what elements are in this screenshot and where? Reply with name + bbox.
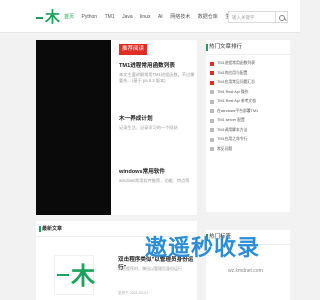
rank-badge xyxy=(210,128,214,133)
recommend-panel: 推荐阅读 TM1进程常用函数列表 本文主要讲解常用TM1进程函数，不过需要先..… xyxy=(111,40,197,215)
recommend-title[interactable]: windows常用软件 xyxy=(119,168,195,176)
article-thumbnail[interactable]: 木 xyxy=(54,255,95,295)
rank-badge xyxy=(210,71,214,76)
hot-article-link[interactable]: TM1 Rest Api 参考文档 xyxy=(217,99,256,104)
hot-article-item[interactable]: TM1的应用与配置 xyxy=(206,69,290,79)
rank-badge xyxy=(210,99,214,104)
nav-python[interactable]: Python xyxy=(82,14,98,20)
thumbnail-dash xyxy=(57,274,69,276)
hot-articles-title: 热门文章排行 xyxy=(206,40,290,55)
nav-ai[interactable]: AI xyxy=(158,14,163,20)
hot-articles-panel: 热门文章排行 TM1进程常用函数列表 TM1的应用与配置 TM1应用常见问题汇总… xyxy=(206,40,290,212)
hot-article-link[interactable]: TM1 Rest Api 操作 xyxy=(217,90,248,95)
rank-badge xyxy=(210,137,214,142)
hot-article-item[interactable]: TM1 server 配置 xyxy=(206,116,290,126)
recommend-item[interactable]: windows常用软件 windows常用软件推荐，功能、特点等 xyxy=(119,168,195,184)
recommend-title[interactable]: 木一养成计划 xyxy=(119,115,195,123)
featured-slider[interactable] xyxy=(36,40,111,215)
hot-articles-list: TM1进程常用函数列表 TM1的应用与配置 TM1应用常见问题汇总 TM1 Re… xyxy=(206,55,290,154)
hot-article-link[interactable]: TM1的应用与配置 xyxy=(217,71,247,76)
rank-badge xyxy=(210,90,214,95)
hot-article-item[interactable]: TM1应用常见问题汇总 xyxy=(206,78,290,88)
hot-article-item[interactable]: TM1 Rest Api 操作 xyxy=(206,88,290,98)
rank-badge xyxy=(210,109,214,114)
logo-dash xyxy=(36,17,43,19)
nav-tm1[interactable]: TM1 xyxy=(105,14,115,20)
site-logo[interactable]: 木 xyxy=(36,8,60,26)
logo-text: 木 xyxy=(45,8,61,26)
hot-article-item[interactable]: TM1 Rest Api 参考文档 xyxy=(206,97,290,107)
article-meta: 发布于 2021-03-01 xyxy=(118,291,149,295)
nav-java[interactable]: Java xyxy=(122,14,133,20)
watermark-text: 遨遥秒收录 xyxy=(145,236,261,261)
hot-article-link[interactable]: TM1应用之命令行 xyxy=(217,137,247,142)
recommend-desc: 本文主要讲解常用TM1进程函数，不过需要先... (基于 pa 8.3 版本) xyxy=(119,72,195,83)
search-icon[interactable] xyxy=(276,11,288,23)
hot-article-link[interactable]: TM1应用常见问题汇总 xyxy=(217,80,255,85)
recommend-item[interactable]: 木一养成计划 记录生活、记录学习的一个网站 xyxy=(119,115,195,131)
site-header: 木 首页 Python TM1 Java linux AI 网络技术 数据仓库 … xyxy=(0,0,300,33)
hot-article-item[interactable]: TM1进程常用函数列表 xyxy=(206,59,290,69)
rank-badge xyxy=(210,61,214,66)
hot-article-link[interactable]: TM1进程常用函数列表 xyxy=(217,61,255,66)
nav-linux[interactable]: linux xyxy=(140,14,150,20)
article-desc: 双击程序时，弹出以管理员身份运行 xyxy=(118,266,182,271)
nav-data-warehouse[interactable]: 数据仓库 xyxy=(198,13,218,20)
recommend-tag: 推荐阅读 xyxy=(119,44,148,55)
hot-article-link[interactable]: TM1调用脚本方法 xyxy=(217,128,247,133)
rank-badge xyxy=(210,118,214,123)
rank-badge xyxy=(210,147,214,152)
nav-home[interactable]: 首页 xyxy=(64,13,74,20)
hot-article-item[interactable]: TM1应用之命令行 xyxy=(206,135,290,145)
hot-article-item[interactable]: 常见问题 xyxy=(206,145,290,155)
rank-badge xyxy=(210,80,214,85)
nav-network[interactable]: 网络技术 xyxy=(170,13,190,20)
hot-article-item[interactable]: TM1调用脚本方法 xyxy=(206,126,290,136)
thumbnail-logo-text: 木 xyxy=(71,262,95,290)
hot-article-link[interactable]: 常见问题 xyxy=(217,147,232,152)
recommend-desc: 记录生活、记录学习的一个网站 xyxy=(119,125,178,130)
hot-article-link[interactable]: 在windows平台部署TM1 xyxy=(217,109,258,114)
hot-article-item[interactable]: 在windows平台部署TM1 xyxy=(206,107,290,117)
recommend-title[interactable]: TM1进程常用函数列表 xyxy=(119,62,195,70)
recommend-item[interactable]: TM1进程常用函数列表 本文主要讲解常用TM1进程函数，不过需要先... (基于… xyxy=(119,62,195,84)
recommend-desc: windows常用软件推荐，功能、特点等 xyxy=(119,178,190,183)
hot-article-link[interactable]: TM1 server 配置 xyxy=(217,118,245,123)
watermark-subtext: wz.kmdnet.com xyxy=(228,268,263,274)
search-input[interactable]: 输入关键字 xyxy=(228,11,276,23)
